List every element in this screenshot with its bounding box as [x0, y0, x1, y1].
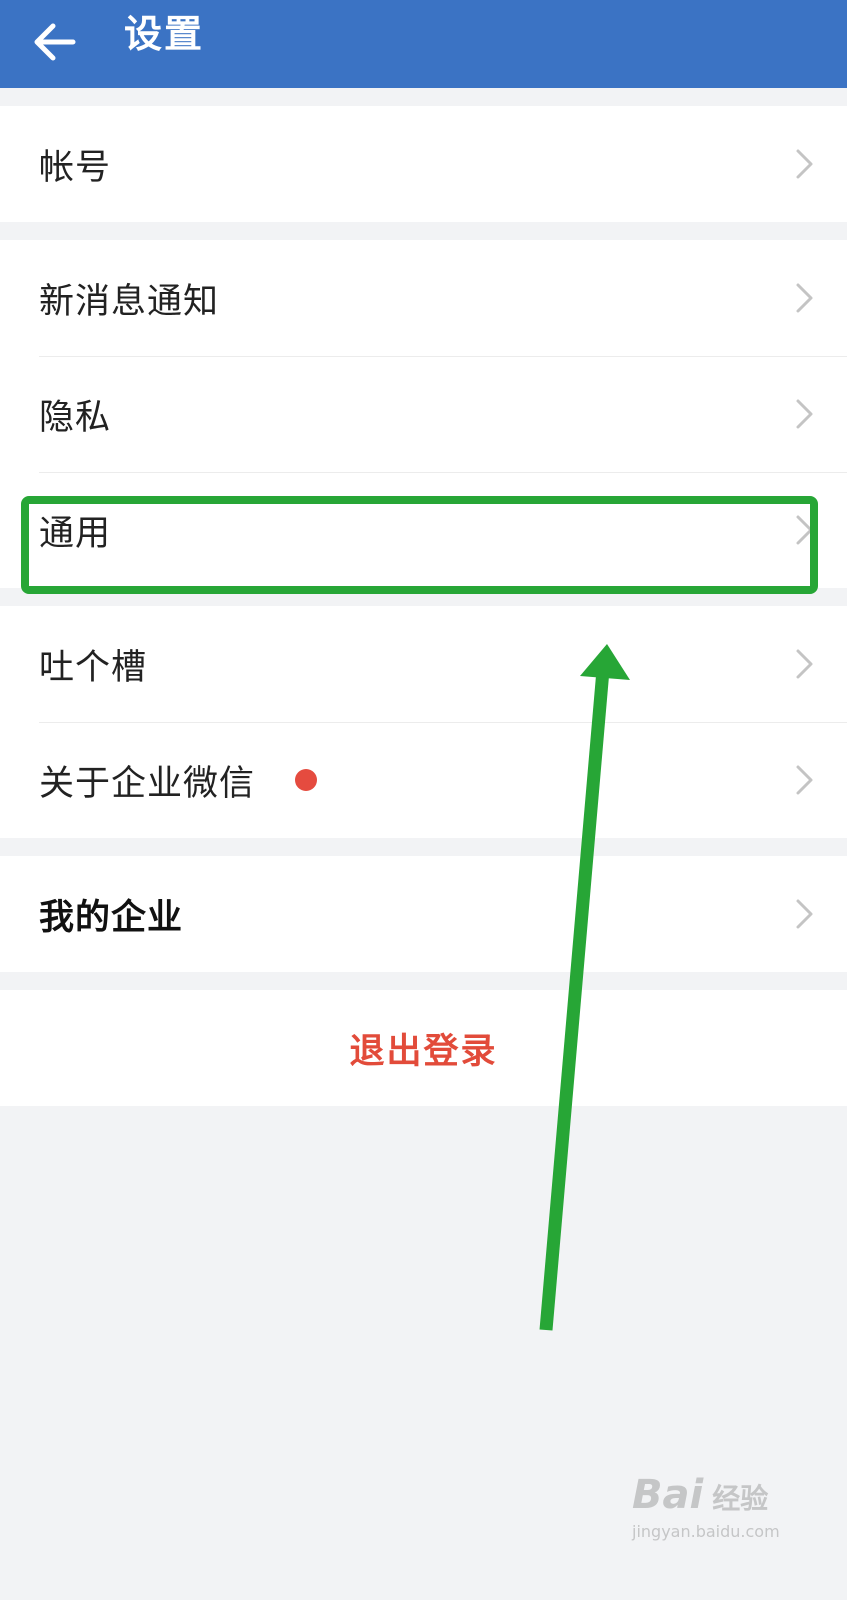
logout-button[interactable]: 退出登录: [0, 990, 847, 1106]
settings-group-other: 吐个槽 关于企业微信: [0, 606, 847, 838]
settings-item-label: 隐私: [39, 397, 112, 438]
app-header: 设置: [0, 0, 847, 88]
settings-item-label: 我的企业: [39, 897, 184, 938]
page-title: 设置: [124, 12, 205, 56]
settings-item-label: 关于企业微信: [39, 763, 256, 804]
settings-group-main: 新消息通知 隐私 通用: [0, 240, 847, 588]
notification-dot: [295, 769, 318, 791]
settings-item-general[interactable]: 通用: [0, 472, 847, 588]
settings-item-privacy[interactable]: 隐私: [0, 356, 847, 472]
watermark-logo: Bai: [632, 1472, 704, 1518]
chevron-right-icon: [791, 146, 819, 182]
chevron-right-icon: [791, 280, 819, 316]
chevron-right-icon: [791, 646, 819, 682]
back-button[interactable]: [24, 12, 84, 72]
settings-item-account[interactable]: 帐号: [0, 106, 847, 222]
logout-label: 退出登录: [349, 1031, 498, 1072]
watermark-logo-suffix: 经验: [712, 1482, 769, 1515]
arrow-left-icon: [34, 23, 76, 61]
chevron-right-icon: [791, 512, 819, 548]
settings-item-my-enterprise[interactable]: 我的企业: [0, 856, 847, 972]
settings-group-account: 帐号: [0, 106, 847, 222]
settings-page: 设置 帐号 新消息通知 隐私 通用 吐个槽 关于企业微信 我的企业 退出登录 B…: [0, 0, 847, 1600]
logout-group: 退出登录: [0, 990, 847, 1106]
baidu-jingyan-watermark: Bai 经验 jingyan.baidu.com: [632, 1472, 792, 1582]
settings-item-label: 吐个槽: [39, 647, 148, 688]
settings-item-label: 新消息通知: [39, 281, 220, 322]
chevron-right-icon: [791, 896, 819, 932]
watermark-url: jingyan.baidu.com: [632, 1522, 780, 1541]
settings-item-label: 通用: [39, 513, 112, 554]
settings-group-enterprise: 我的企业: [0, 856, 847, 972]
chevron-right-icon: [791, 762, 819, 798]
settings-item-about[interactable]: 关于企业微信: [0, 722, 847, 838]
chevron-right-icon: [791, 396, 819, 432]
settings-item-notifications[interactable]: 新消息通知: [0, 240, 847, 356]
settings-item-label: 帐号: [39, 147, 112, 188]
settings-item-feedback[interactable]: 吐个槽: [0, 606, 847, 722]
